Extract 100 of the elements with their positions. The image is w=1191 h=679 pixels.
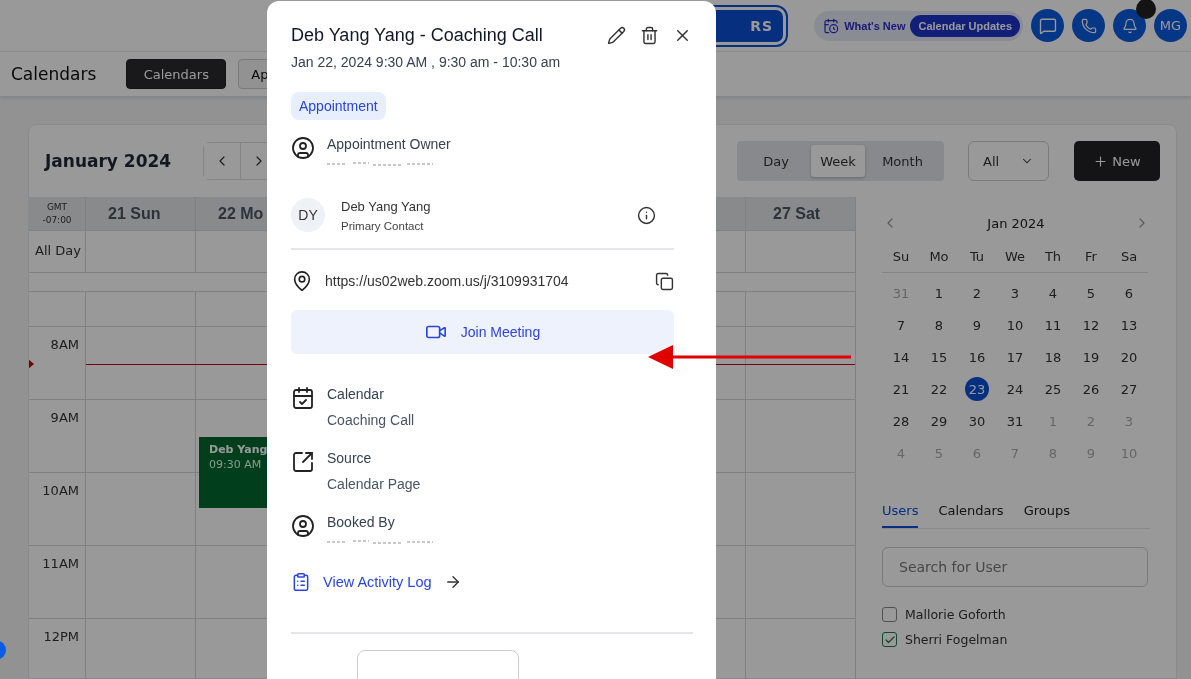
chat-icon [1038, 16, 1057, 35]
calendar-day[interactable]: 4 [1041, 281, 1065, 305]
dialog-title: Deb Yang Yang - Coaching Call [291, 25, 544, 46]
user-circle-icon [291, 136, 315, 160]
user-checkbox[interactable] [882, 632, 897, 647]
calendar-day[interactable]: 21 [889, 377, 913, 401]
weekday-label: Sa [1110, 241, 1148, 273]
calendar-day[interactable]: 17 [1003, 345, 1027, 369]
field-label: Appointment Owner [327, 136, 451, 152]
calendar-day[interactable]: 6 [1117, 281, 1141, 305]
calendar-day[interactable]: 18 [1041, 345, 1065, 369]
phone-icon [1080, 17, 1097, 34]
calendar-day[interactable]: 2 [965, 281, 989, 305]
calendar-day[interactable]: 12 [1079, 313, 1103, 337]
meeting-url: https://us02web.zoom.us/j/3109931704 [325, 273, 570, 289]
edit-button[interactable] [607, 26, 626, 45]
calendar-day[interactable]: 13 [1117, 313, 1141, 337]
copy-icon [655, 271, 674, 291]
calendar-day[interactable]: 24 [1003, 377, 1027, 401]
delete-button[interactable] [640, 26, 659, 45]
calendar-day[interactable]: 22 [927, 377, 951, 401]
field-value: Coaching Call [327, 412, 415, 428]
filter-tab[interactable]: Groups [1023, 503, 1070, 528]
calendar-day[interactable]: 1 [927, 281, 951, 305]
calendar-day[interactable]: 31 [1003, 409, 1027, 433]
join-meeting-button[interactable]: Join Meeting [291, 310, 674, 354]
appointment-datetime: Jan 22, 2024 9:30 AM , 9:30 am - 10:30 am [291, 54, 562, 70]
calendar-day[interactable]: 3 [1003, 281, 1027, 305]
calendar-day[interactable]: 27 [1117, 377, 1141, 401]
calendar-day[interactable]: 14 [889, 345, 913, 369]
copy-button[interactable] [655, 271, 674, 291]
user-name: Sherri Fogelman [905, 632, 1008, 647]
external-link-icon [291, 450, 315, 474]
calendar-day[interactable]: 30 [965, 409, 989, 433]
info-icon [637, 205, 656, 225]
appointment-tag: Appointment [291, 92, 386, 120]
event-title: Deb Yang [209, 443, 269, 456]
map-pin-icon [291, 270, 313, 292]
bell-icon [1121, 17, 1138, 34]
plus-icon [1093, 153, 1109, 169]
activity-log-icon [291, 572, 311, 592]
filter-tab[interactable]: Calendars [938, 503, 1004, 528]
calendar-day[interactable]: 11 [1041, 313, 1065, 337]
contact-name: Deb Yang Yang [341, 198, 432, 214]
field-label: Booked By [327, 514, 396, 530]
view-tab[interactable]: Month [865, 145, 940, 177]
calendar-day[interactable]: 16 [965, 345, 989, 369]
filter-tab[interactable]: Users [882, 503, 919, 528]
new-button[interactable]: New [1074, 141, 1160, 181]
hour-label: 10AM [29, 473, 86, 545]
view-tab[interactable]: Week [811, 145, 865, 177]
weekday-label: Fr [1072, 241, 1110, 273]
calendar-check-icon [291, 386, 315, 410]
weekday-label: Su [882, 241, 920, 273]
calendar-day[interactable]: 7 [889, 313, 913, 337]
calendar-updates-badge: Calendar Updates [910, 14, 1020, 37]
page-title: Calendars [11, 64, 97, 84]
weekday-label: We [996, 241, 1034, 273]
column-header: 27 Sat [746, 197, 856, 230]
calendar-day[interactable]: 8 [927, 313, 951, 337]
phone-button[interactable] [1072, 9, 1105, 42]
user-checkbox[interactable] [882, 607, 897, 622]
all-day-label: All Day [29, 231, 86, 272]
whats-new-label: What's New [844, 19, 906, 32]
whats-new-pill[interactable]: What's New Calendar Updates [814, 10, 1023, 41]
contact-role: Primary Contact [341, 219, 425, 232]
calendar-day[interactable]: 26 [1079, 377, 1103, 401]
column-header: 21 Sun [86, 197, 196, 230]
calendar-day[interactable]: 19 [1079, 345, 1103, 369]
notifications-button[interactable] [1113, 9, 1146, 42]
field-value: Calendar Page [327, 476, 421, 492]
trash-icon [640, 26, 659, 45]
mini-calendar-title: Jan 2024 [987, 215, 1045, 231]
calendar-day[interactable]: 15 [927, 345, 951, 369]
chat-button[interactable] [1031, 9, 1064, 42]
field-label: Calendar [327, 386, 385, 402]
pencil-icon [607, 26, 626, 45]
hour-label: 11AM [29, 546, 86, 618]
calendar-day[interactable]: 23 [965, 377, 989, 401]
user-circle-icon [291, 514, 315, 538]
calendar-day[interactable]: 20 [1117, 345, 1141, 369]
hour-label: 8AM [29, 327, 86, 399]
calendar-day[interactable]: 5 [1079, 281, 1103, 305]
calendar-clock-icon [823, 17, 840, 34]
weekday-label: Tu [958, 241, 996, 273]
calendar-day[interactable]: 28 [889, 409, 913, 433]
calendar-day[interactable]: 10 [1003, 313, 1027, 337]
filter-dropdown[interactable]: All [968, 141, 1049, 181]
calendar-day[interactable]: 29 [927, 409, 951, 433]
view-tab[interactable]: Day [741, 145, 811, 177]
notification-dot [1136, 0, 1156, 19]
calendar-day[interactable]: 9 [965, 313, 989, 337]
user-search-field[interactable]: Search for User [882, 547, 1148, 587]
month-title: January 2024 [45, 151, 173, 171]
calendar-day[interactable]: 25 [1041, 377, 1065, 401]
current-time-marker [29, 359, 34, 369]
page-tab[interactable]: Calendars [126, 59, 227, 89]
user-avatar[interactable]: MG [1154, 9, 1187, 42]
event-time: 09:30 AM [209, 458, 263, 471]
view-activity-log-link[interactable]: View Activity Log [323, 574, 432, 590]
